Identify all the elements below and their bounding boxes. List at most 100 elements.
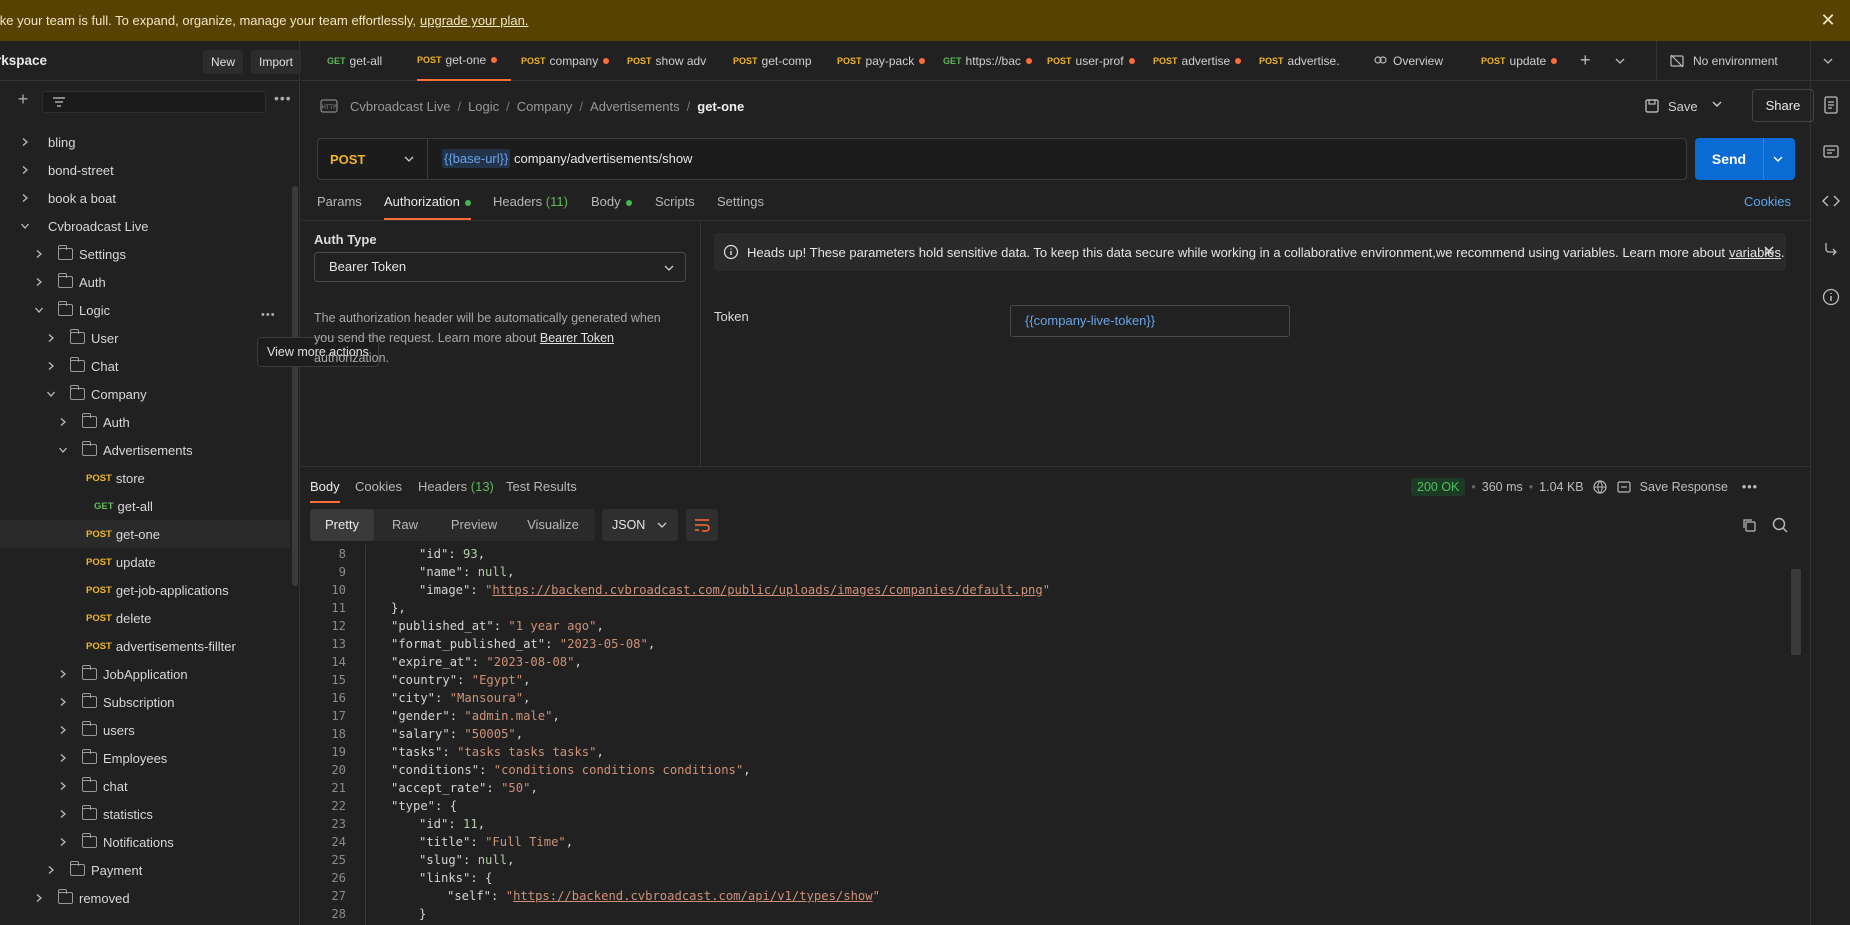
request-tab[interactable]: GET https://bac [943,41,1039,81]
chevron-right-icon[interactable] [58,779,68,794]
request-item[interactable]: POST update [0,548,290,576]
save-response-button[interactable]: Save Response [1640,480,1728,494]
folder-item[interactable]: users [0,716,290,744]
sidebar-scrollbar[interactable] [292,186,298,586]
code-icon[interactable] [1821,191,1841,211]
folder-item[interactable]: Logic [0,296,290,324]
chevron-right-icon[interactable] [46,863,56,878]
tab-scripts[interactable]: Scripts [655,188,695,216]
request-tab[interactable]: GET get-all [327,41,397,81]
close-icon[interactable]: ✕ [1818,10,1838,30]
chevron-down-icon[interactable] [20,219,30,234]
method-select[interactable]: POST [318,139,428,179]
chevron-down-icon[interactable] [34,303,44,318]
response-time[interactable]: 360 ms [1482,480,1523,494]
breadcrumb-item[interactable]: Advertisements [590,99,680,114]
chevron-right-icon[interactable] [34,275,44,290]
comments-icon[interactable] [1821,143,1841,163]
tab-headers[interactable]: Headers (11) [493,188,568,216]
breadcrumb-item[interactable]: Cvbroadcast Live [350,99,450,114]
chevron-right-icon[interactable] [58,723,68,738]
save-button[interactable]: Save [1644,92,1698,120]
folder-item[interactable]: Chat [0,352,290,380]
chevron-right-icon[interactable] [20,191,30,206]
related-icon[interactable] [1821,239,1841,259]
folder-item[interactable]: removed [0,884,290,912]
folder-item[interactable]: Advertisements [0,436,290,464]
response-tab-test-results[interactable]: Test Results [506,475,577,499]
search-icon[interactable] [1771,516,1789,534]
collection-item[interactable]: Cvbroadcast Live [0,212,290,240]
send-button[interactable]: Send [1695,138,1795,180]
response-size[interactable]: 1.04 KB [1539,480,1583,494]
folder-item[interactable]: statistics [0,800,290,828]
folder-item[interactable]: User [0,324,290,352]
folder-item[interactable]: JobApplication [0,660,290,688]
tab-params[interactable]: Params [317,188,362,216]
chevron-down-icon[interactable] [58,443,68,458]
chevron-right-icon[interactable] [58,751,68,766]
request-tab[interactable]: POST update [1481,41,1577,81]
workspace-title[interactable]: rkspace [0,53,47,68]
chevron-right-icon[interactable] [58,807,68,822]
folder-item[interactable]: Auth [0,268,290,296]
request-tab[interactable]: Overview [1373,41,1473,81]
upgrade-plan-link[interactable]: upgrade your plan. [420,13,528,28]
collection-item[interactable]: bond-street [0,156,290,184]
chevron-right-icon[interactable] [20,135,30,150]
folder-item[interactable]: Payment [0,856,290,884]
chevron-right-icon[interactable] [58,415,68,430]
import-button[interactable]: Import [251,50,302,74]
request-tab[interactable]: POST get-comp [733,41,829,81]
chevron-down-icon[interactable] [46,387,56,402]
request-tab[interactable]: POST advertise. [1259,41,1355,81]
request-tab[interactable]: POST pay-pack [837,41,933,81]
breadcrumb-item[interactable]: Logic [468,99,499,114]
auth-type-select[interactable]: Bearer Token [314,252,686,282]
cookies-link[interactable]: Cookies [1744,188,1791,216]
request-tab[interactable]: POST get-one [417,41,511,81]
status-badge[interactable]: 200 OK [1411,478,1466,496]
response-body-editor[interactable]: 8 "id": 93, 9 "name": null, 10 "image": "http… [301,545,1801,925]
tab-settings[interactable]: Settings [717,188,764,216]
chevron-right-icon[interactable] [46,359,56,374]
filter-icon[interactable] [52,95,66,109]
close-icon[interactable] [1762,244,1776,258]
copy-icon[interactable] [1741,517,1757,533]
response-tab-headers[interactable]: Headers (13) [418,475,494,499]
folder-item[interactable]: Auth [0,408,290,436]
chevron-down-icon[interactable] [1614,55,1626,70]
plus-icon[interactable]: + [14,90,32,108]
new-button[interactable]: New [203,50,244,74]
view-preview[interactable]: Preview [436,509,512,541]
request-item[interactable]: POST delete [0,604,290,632]
request-item[interactable]: POST store [0,464,290,492]
response-tab-body[interactable]: Body [310,475,340,503]
url-input[interactable]: {{base-url}} company/advertisements/show [442,139,692,179]
view-visualize[interactable]: Visualize [512,509,594,541]
chevron-right-icon[interactable] [46,331,56,346]
chevron-right-icon[interactable] [20,163,30,178]
chevron-right-icon[interactable] [58,667,68,682]
folder-item[interactable]: Notifications [0,828,290,856]
chevron-right-icon[interactable] [34,247,44,262]
chevron-right-icon[interactable] [58,835,68,850]
collection-item[interactable]: book a boat [0,184,290,212]
wrap-lines-icon[interactable] [686,509,718,541]
chevron-right-icon[interactable] [58,695,68,710]
response-tab-cookies[interactable]: Cookies [355,475,402,499]
folder-item[interactable]: Subscription [0,688,290,716]
tab-authorization[interactable]: Authorization [384,188,471,220]
info-icon[interactable] [1821,287,1841,307]
request-tab[interactable]: POST advertise [1153,41,1249,81]
format-select[interactable]: JSON [602,509,678,541]
share-button[interactable]: Share [1752,89,1814,122]
more-icon[interactable]: ••• [274,90,292,106]
token-input[interactable]: {{company-live-token}} [1010,305,1290,337]
view-raw[interactable]: Raw [374,509,436,541]
request-item[interactable]: POST advertisements-fillter [0,632,290,660]
globe-icon[interactable] [1592,479,1608,495]
folder-item[interactable]: Settings [0,240,290,268]
chevron-right-icon[interactable] [20,120,30,122]
search-collections-input[interactable] [42,91,266,113]
